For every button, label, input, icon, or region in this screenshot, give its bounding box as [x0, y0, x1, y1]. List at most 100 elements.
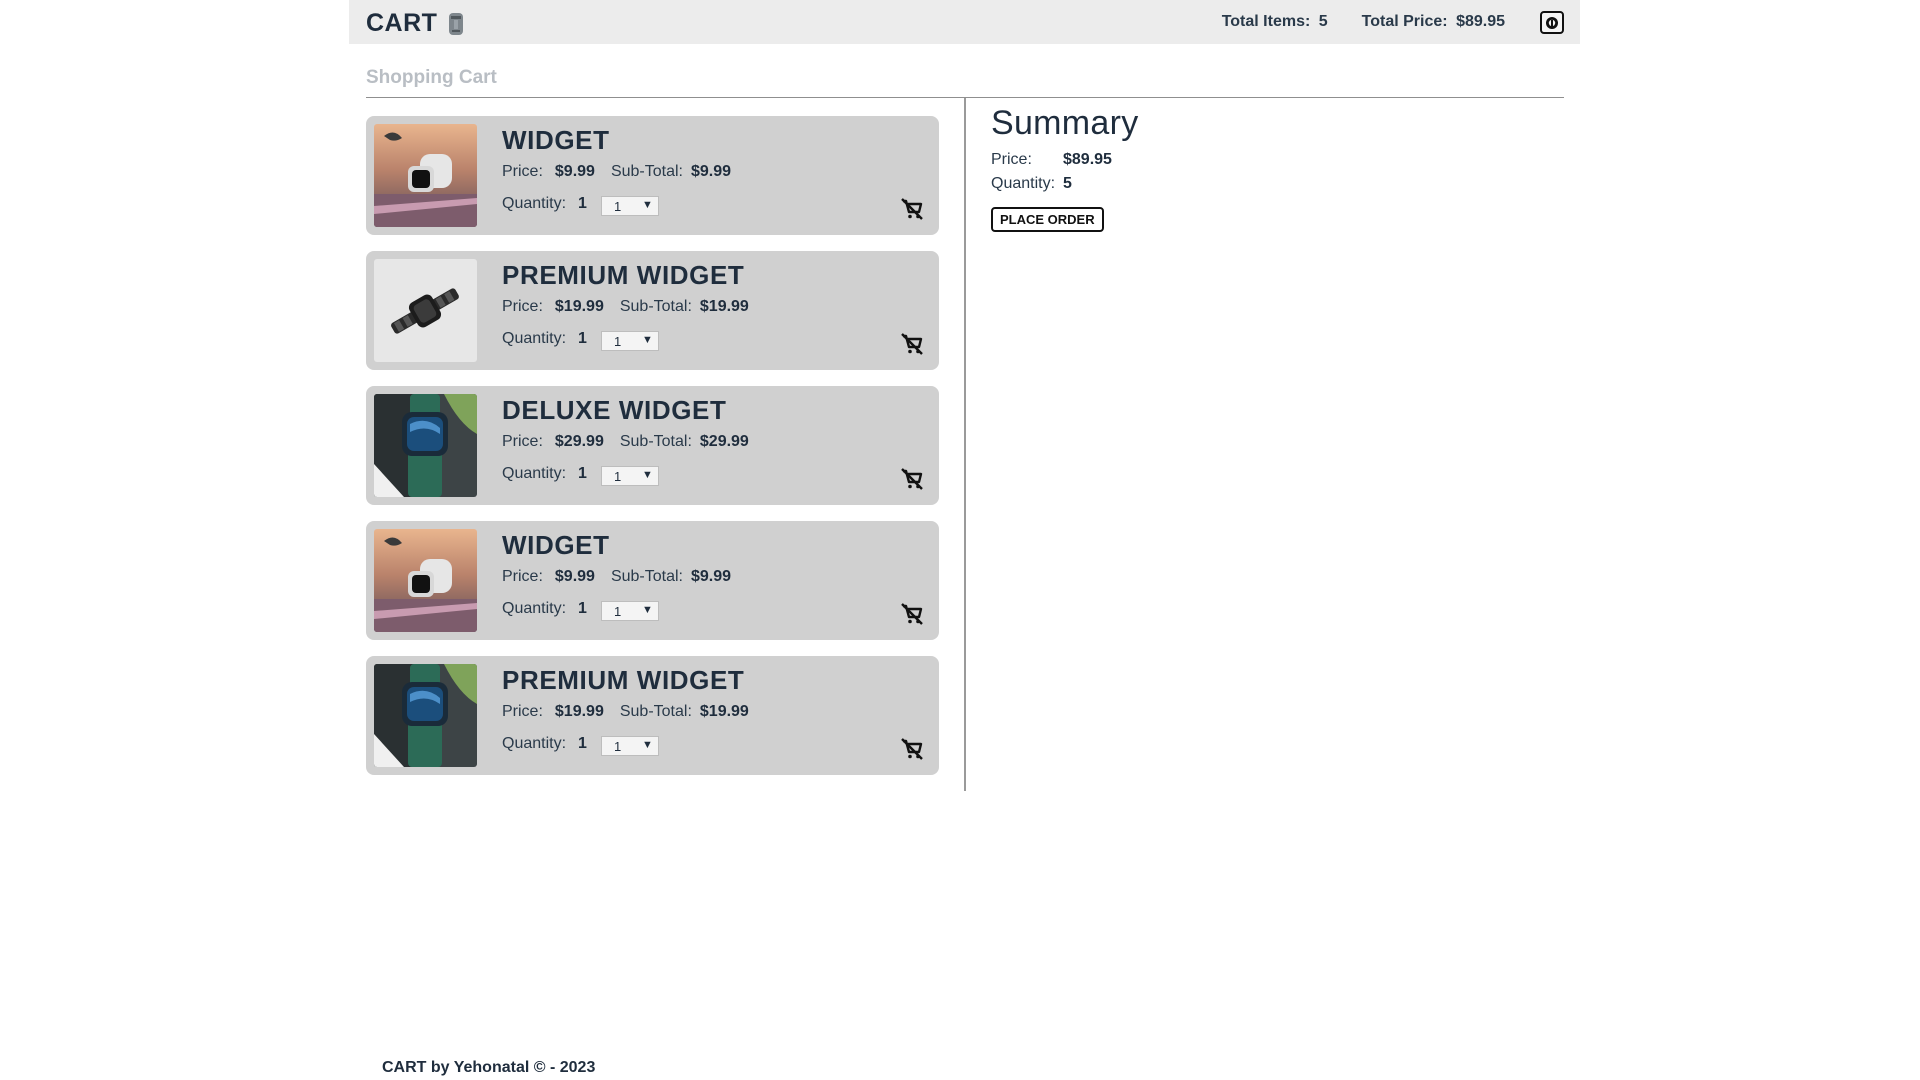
total-price: Total Price: $89.95 — [1362, 13, 1505, 31]
quantity-select[interactable]: 1 ▼ — [600, 601, 659, 621]
subtotal-label: Sub-Total: — [619, 703, 692, 720]
remove-from-cart-icon[interactable] — [900, 197, 924, 221]
quantity-row: Quantity: 1 1 ▼ — [502, 328, 659, 351]
chevron-down-icon: ▼ — [642, 604, 653, 616]
chevron-down-icon: ▼ — [642, 199, 653, 211]
summary-quantity-value: 5 — [1063, 175, 1072, 192]
theme-toggle-button[interactable] — [1540, 11, 1564, 34]
summary-quantity-row: Quantity: 5 — [991, 175, 1139, 193]
quantity-value: 1 — [578, 329, 587, 347]
quantity-select[interactable]: 1 ▼ — [600, 196, 659, 216]
product-name: PREMIUM WIDGET — [502, 665, 745, 695]
price-label: Price: — [502, 703, 543, 720]
product-name: DELUXE WIDGET — [502, 395, 727, 425]
price-row: Price: $19.99 Sub-Total: $19.99 — [502, 298, 749, 316]
cart-list: WIDGET Price: $9.99 Sub-Total: $9.99 Qua… — [366, 116, 939, 791]
price-value: $9.99 — [554, 568, 595, 585]
subtotal-value: $9.99 — [691, 163, 732, 180]
price-label: Price: — [502, 568, 543, 585]
price-value: $19.99 — [554, 298, 604, 315]
price-row: Price: $9.99 Sub-Total: $9.99 — [502, 163, 731, 181]
product-image — [374, 124, 477, 227]
quantity-value: 1 — [578, 464, 587, 482]
price-value: $9.99 — [554, 163, 595, 180]
quantity-row: Quantity: 1 1 ▼ — [502, 733, 659, 756]
subtotal-value: $9.99 — [691, 568, 732, 585]
total-price-value: $89.95 — [1456, 13, 1505, 30]
quantity-select-value: 1 — [613, 198, 622, 214]
total-items-value: 5 — [1318, 13, 1328, 30]
product-image — [374, 394, 477, 497]
price-label: Price: — [502, 163, 543, 180]
moai-icon — [449, 12, 464, 35]
quantity-label: Quantity: — [502, 599, 567, 617]
quantity-value: 1 — [578, 734, 587, 752]
theme-toggle-icon — [1546, 16, 1558, 29]
quantity-select-value: 1 — [613, 468, 622, 484]
order-summary: Summary Price: $89.95 Quantity: 5 PLACE … — [991, 104, 1139, 232]
cart-item: PREMIUM WIDGET Price: $19.99 Sub-Total: … — [366, 656, 939, 775]
summary-price-value: $89.95 — [1063, 151, 1112, 168]
subtotal-value: $19.99 — [699, 298, 749, 315]
summary-price-label: Price: — [991, 151, 1032, 168]
quantity-select[interactable]: 1 ▼ — [600, 736, 659, 756]
subtotal-value: $19.99 — [699, 703, 749, 720]
quantity-label: Quantity: — [502, 734, 567, 752]
column-divider — [964, 98, 966, 791]
product-image — [374, 529, 477, 632]
product-name: PREMIUM WIDGET — [502, 260, 745, 290]
chevron-down-icon: ▼ — [642, 739, 653, 751]
quantity-select-value: 1 — [613, 603, 622, 619]
subtotal-label: Sub-Total: — [619, 433, 692, 450]
quantity-select-value: 1 — [613, 738, 622, 754]
subtotal-label: Sub-Total: — [619, 298, 692, 315]
summary-price-row: Price: $89.95 — [991, 151, 1139, 169]
total-items: Total Items: 5 — [1222, 13, 1328, 31]
product-name: WIDGET — [502, 125, 610, 155]
quantity-label: Quantity: — [502, 464, 567, 482]
cart-item: WIDGET Price: $9.99 Sub-Total: $9.99 Qua… — [366, 116, 939, 235]
cart-totals: Total Items: 5 Total Price: $89.95 — [1222, 13, 1505, 31]
brand[interactable]: CART — [366, 9, 465, 38]
remove-from-cart-icon[interactable] — [900, 737, 924, 761]
chevron-down-icon: ▼ — [642, 469, 653, 481]
place-order-button[interactable]: PLACE ORDER — [991, 207, 1104, 232]
cart-item: WIDGET Price: $9.99 Sub-Total: $9.99 Qua… — [366, 521, 939, 640]
footer-credit: CART by Yehonatal © - 2023 — [382, 1059, 596, 1076]
price-row: Price: $19.99 Sub-Total: $19.99 — [502, 703, 749, 721]
summary-title: Summary — [991, 104, 1139, 142]
total-items-label: Total Items: — [1221, 13, 1311, 30]
quantity-select[interactable]: 1 ▼ — [600, 331, 659, 351]
price-label: Price: — [502, 298, 543, 315]
summary-quantity-label: Quantity: — [991, 175, 1056, 192]
price-value: $29.99 — [554, 433, 604, 450]
subtotal-value: $29.99 — [699, 433, 749, 450]
quantity-row: Quantity: 1 1 ▼ — [502, 598, 659, 621]
price-row: Price: $29.99 Sub-Total: $29.99 — [502, 433, 749, 451]
remove-from-cart-icon[interactable] — [900, 332, 924, 356]
quantity-row: Quantity: 1 1 ▼ — [502, 463, 659, 486]
product-image — [374, 259, 477, 362]
quantity-value: 1 — [578, 599, 587, 617]
product-image — [374, 664, 477, 767]
price-row: Price: $9.99 Sub-Total: $9.99 — [502, 568, 731, 586]
product-name: WIDGET — [502, 530, 610, 560]
price-label: Price: — [502, 433, 543, 450]
remove-from-cart-icon[interactable] — [900, 467, 924, 491]
brand-title: CART — [366, 9, 438, 37]
quantity-value: 1 — [578, 194, 587, 212]
cart-item: PREMIUM WIDGET Price: $19.99 Sub-Total: … — [366, 251, 939, 370]
section-title: Shopping Cart — [366, 67, 497, 88]
remove-from-cart-icon[interactable] — [900, 602, 924, 626]
quantity-label: Quantity: — [502, 329, 567, 347]
quantity-row: Quantity: 1 1 ▼ — [502, 193, 659, 216]
total-price-label: Total Price: — [1361, 13, 1448, 30]
quantity-label: Quantity: — [502, 194, 567, 212]
quantity-select[interactable]: 1 ▼ — [600, 466, 659, 486]
quantity-select-value: 1 — [613, 333, 622, 349]
subtotal-label: Sub-Total: — [610, 163, 683, 180]
price-value: $19.99 — [554, 703, 604, 720]
subtotal-label: Sub-Total: — [610, 568, 683, 585]
top-bar: CART Total Items: 5 Total Price: $89.95 — [349, 0, 1580, 44]
chevron-down-icon: ▼ — [642, 334, 653, 346]
